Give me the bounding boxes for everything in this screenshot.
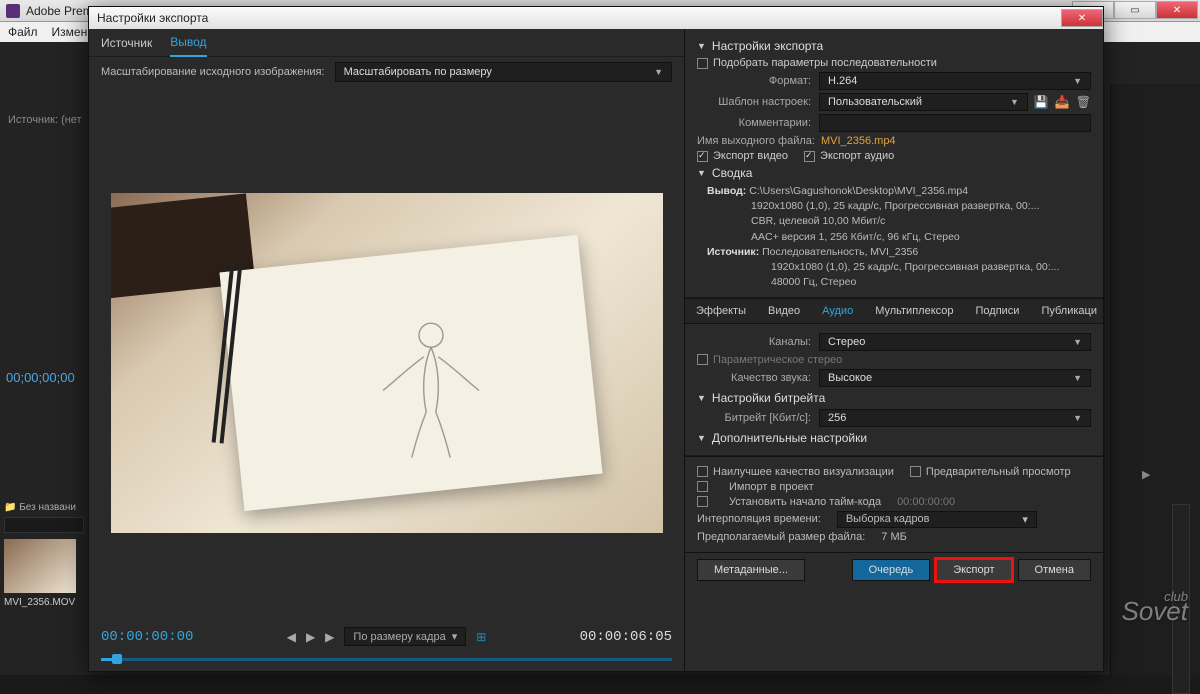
interp-dropdown[interactable]: Выборка кадров▾ — [837, 511, 1037, 528]
menu-file[interactable]: Файл — [8, 25, 38, 39]
tab-effects[interactable]: Эффекты — [685, 298, 757, 324]
bg-audio-meter — [1172, 504, 1190, 694]
tab-output[interactable]: Вывод — [170, 29, 206, 57]
tab-mux[interactable]: Мультиплексор — [864, 298, 964, 324]
advanced-header[interactable]: ▼Дополнительные настройки — [697, 431, 1091, 445]
comments-label: Комментарии: — [697, 117, 819, 129]
format-dropdown[interactable]: H.264▼ — [819, 72, 1091, 90]
timecode-in[interactable]: 00:00:00:00 — [101, 629, 193, 645]
scale-dropdown[interactable]: Масштабировать по размеру ▼ — [335, 62, 672, 82]
export-dialog: Настройки экспорта ✕ Источник Вывод Масш… — [88, 6, 1104, 672]
bg-project-tab[interactable]: 📁 Без названи — [4, 502, 86, 513]
bitrate-header[interactable]: ▼Настройки битрейта — [697, 391, 1091, 405]
metadata-button[interactable]: Метаданные... — [697, 559, 805, 581]
bg-title: Adobe Premi — [26, 4, 95, 18]
tab-captions[interactable]: Подписи — [965, 298, 1031, 324]
bitrate-dropdown[interactable]: 256▼ — [819, 409, 1091, 427]
chevron-down-icon: ▾ — [452, 630, 458, 643]
play-icon[interactable]: ▶ — [306, 630, 315, 644]
bg-source-label: Источник: (нет — [8, 114, 82, 126]
scale-label: Масштабирование исходного изображения: — [101, 66, 325, 78]
export-audio-checkbox[interactable] — [804, 151, 815, 162]
start-tc-value: 00:00:00:00 — [897, 496, 955, 508]
settings-column: ▼Настройки экспорта Подобрать параметры … — [685, 29, 1103, 671]
tab-source[interactable]: Источник — [101, 30, 152, 56]
timeline-slider[interactable] — [101, 652, 672, 666]
bg-play-icon[interactable]: ▶ — [1142, 468, 1156, 482]
import-project-label: Импорт в проект — [729, 481, 814, 493]
tab-publish[interactable]: Публикаци — [1030, 298, 1103, 324]
preset-dropdown[interactable]: Пользовательский▼ — [819, 93, 1028, 111]
export-button[interactable]: Экспорт — [936, 559, 1011, 581]
preset-label: Шаблон настроек: — [697, 96, 819, 108]
interp-label: Интерполяция времени: — [697, 513, 821, 525]
fit-dropdown[interactable]: По размеру кадра ▾ — [344, 627, 466, 646]
est-size-label: Предполагаемый размер файла: — [697, 531, 865, 543]
step-back-icon[interactable]: ◀ — [287, 630, 296, 644]
timecode-out[interactable]: 00:00:06:05 — [580, 629, 672, 645]
use-previews-checkbox[interactable] — [910, 466, 921, 477]
bg-clip-name: MVI_2356.MOV — [4, 597, 86, 608]
bg-clip-thumb[interactable] — [4, 539, 76, 593]
dialog-title: Настройки экспорта — [97, 11, 208, 25]
audio-quality-label: Качество звука: — [697, 372, 819, 384]
set-start-tc-label: Установить начало тайм-кода — [729, 496, 881, 508]
max-quality-checkbox[interactable] — [697, 466, 708, 477]
import-project-checkbox[interactable] — [697, 481, 708, 492]
transport-bar: 00:00:00:00 ◀ ▶ ▶ По размеру кадра ▾ ⊞ 0… — [89, 623, 684, 671]
set-start-tc-checkbox[interactable] — [697, 496, 708, 507]
bg-timecode-left: 00;00;00;00 — [6, 370, 75, 385]
parametric-label: Параметрическое стерео — [713, 354, 842, 366]
queue-button[interactable]: Очередь — [852, 559, 931, 581]
premiere-icon — [6, 4, 20, 18]
settings-tabs: Эффекты Видео Аудио Мультиплексор Подпис… — [685, 298, 1103, 324]
output-filename-link[interactable]: MVI_2356.mp4 — [821, 135, 896, 147]
channels-dropdown[interactable]: Стерео▼ — [819, 333, 1091, 351]
format-label: Формат: — [697, 75, 819, 87]
summary-block: Вывод: C:\Users\Gagushonok\Desktop\MVI_2… — [697, 184, 1091, 291]
aspect-lock-icon[interactable]: ⊞ — [476, 630, 486, 644]
tab-audio[interactable]: Аудио — [811, 298, 864, 324]
audio-quality-dropdown[interactable]: Высокое▼ — [819, 369, 1091, 387]
dialog-buttons: Метаданные... Очередь Экспорт Отмена — [685, 552, 1103, 589]
dialog-close-button[interactable]: ✕ — [1061, 9, 1103, 27]
export-settings-header[interactable]: ▼Настройки экспорта — [697, 39, 1091, 53]
sketch-drawing — [371, 313, 491, 463]
match-sequence-label: Подобрать параметры последовательности — [713, 57, 937, 69]
comments-input[interactable] — [819, 114, 1091, 132]
bg-close-button[interactable]: ✕ — [1156, 1, 1198, 19]
est-size-value: 7 МБ — [881, 531, 907, 543]
bg-right-strip: ▶ — [1110, 84, 1200, 675]
import-preset-icon[interactable]: 📥 — [1055, 95, 1070, 109]
export-video-label: Экспорт видео — [713, 150, 788, 162]
delete-preset-icon[interactable]: 🗑 — [1076, 95, 1091, 109]
scale-value: Масштабировать по размеру — [344, 66, 492, 78]
dialog-titlebar: Настройки экспорта ✕ — [89, 7, 1103, 29]
tab-video[interactable]: Видео — [757, 298, 811, 324]
outname-label: Имя выходного файла: — [697, 135, 821, 147]
max-quality-label: Наилучшее качество визуализации — [713, 466, 894, 478]
bg-project-search[interactable] — [4, 517, 84, 533]
save-preset-icon[interactable]: 💾 — [1034, 95, 1049, 109]
use-previews-label: Предварительный просмотр — [926, 466, 1071, 478]
cancel-button[interactable]: Отмена — [1018, 559, 1091, 581]
bg-project-panel: 📁 Без названи MVI_2356.MOV — [4, 502, 86, 608]
match-sequence-checkbox[interactable] — [697, 58, 708, 69]
summary-header[interactable]: ▼Сводка — [697, 166, 1091, 180]
export-video-checkbox[interactable] — [697, 151, 708, 162]
bottom-options: Наилучшее качество визуализации Предвари… — [685, 456, 1103, 552]
chevron-down-icon: ▼ — [654, 67, 663, 77]
step-fwd-icon[interactable]: ▶ — [325, 630, 334, 644]
preview-column: Источник Вывод Масштабирование исходного… — [89, 29, 685, 671]
export-audio-label: Экспорт аудио — [820, 150, 894, 162]
bg-maximize-button[interactable]: ▭ — [1114, 1, 1156, 19]
bitrate-label: Битрейт [Кбит/с]: — [697, 412, 819, 424]
channels-label: Каналы: — [697, 336, 819, 348]
fit-label: По размеру кадра — [353, 631, 445, 643]
parametric-checkbox[interactable] — [697, 354, 708, 365]
video-preview — [111, 193, 663, 533]
